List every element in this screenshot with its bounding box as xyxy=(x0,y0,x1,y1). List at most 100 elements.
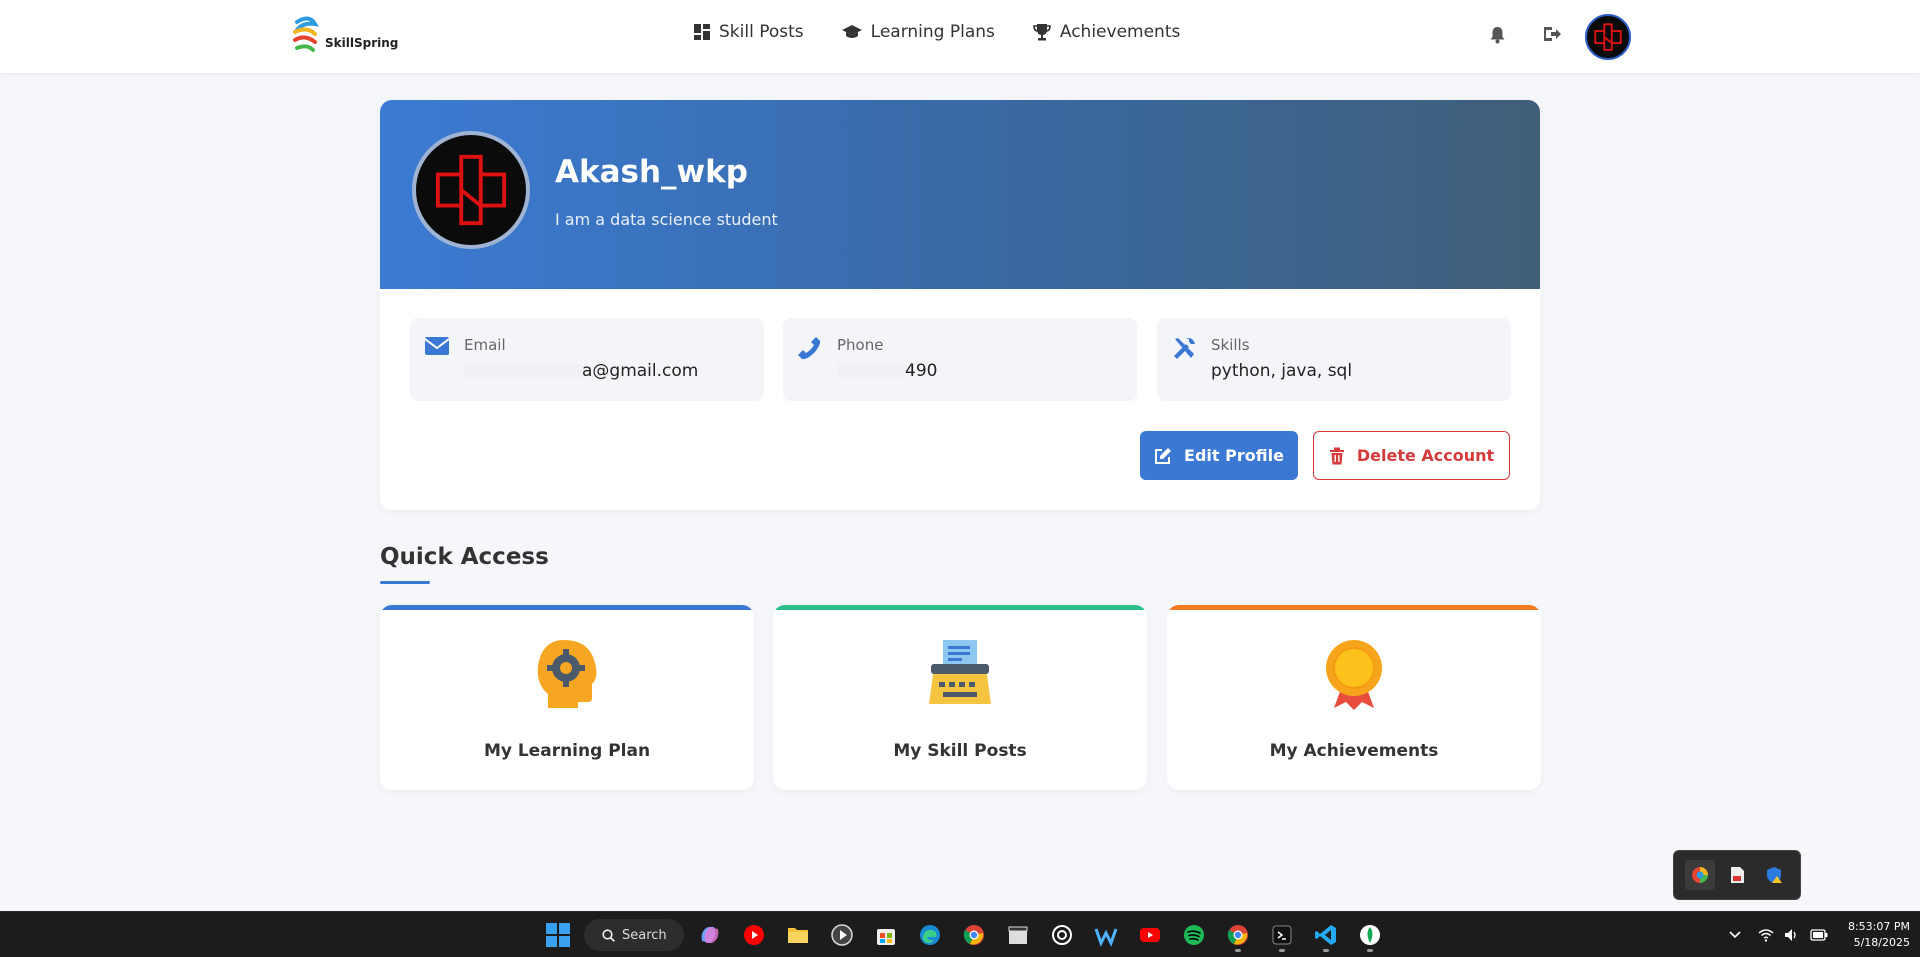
taskbar-youtube-music[interactable] xyxy=(736,917,772,953)
skill-posts-label: My Skill Posts xyxy=(893,741,1027,761)
youtube-music-icon xyxy=(744,925,764,945)
nav-skill-posts-label: Skill Posts xyxy=(719,22,804,42)
skills-value: python, java, sql xyxy=(1211,361,1353,381)
folder-icon xyxy=(788,928,808,943)
taskbar-chatgpt[interactable] xyxy=(1044,917,1080,953)
quick-access-achievements[interactable]: My Achievements xyxy=(1167,605,1541,790)
running-indicator xyxy=(1323,949,1329,952)
media-player-icon xyxy=(831,924,853,946)
wifi-icon[interactable] xyxy=(1758,928,1774,942)
skills-info-box: Skills python, java, sql xyxy=(1157,318,1511,401)
spotify-icon xyxy=(1184,925,1204,945)
quick-access-learning-plan[interactable]: My Learning Plan xyxy=(380,605,754,790)
windows-taskbar: Search 8:53:07 PM 5/18/2025 xyxy=(0,911,1920,957)
tray-overflow-button[interactable] xyxy=(1722,913,1748,957)
profile-banner: Akash_wkp I am a data science student xyxy=(380,100,1540,289)
tray-app-2[interactable] xyxy=(1722,860,1752,890)
profile-avatar xyxy=(412,131,530,249)
phone-info-box: Phone 490 xyxy=(783,318,1137,401)
taskbar-store[interactable] xyxy=(868,917,904,953)
redacted-block xyxy=(837,364,905,378)
card-accent-border xyxy=(1167,605,1541,610)
running-indicator xyxy=(1367,949,1373,952)
tools-icon xyxy=(1174,337,1195,359)
edit-profile-button[interactable]: Edit Profile xyxy=(1140,431,1298,480)
envelope-icon xyxy=(424,337,450,355)
trophy-icon xyxy=(1033,24,1051,41)
taskbar-mongodb[interactable] xyxy=(1352,917,1388,953)
wave-app-icon xyxy=(1094,928,1118,947)
quick-access-skill-posts[interactable]: My Skill Posts xyxy=(773,605,1147,790)
taskbar-clock[interactable]: 8:53:07 PM 5/18/2025 xyxy=(1836,919,1910,951)
taskbar-spotify[interactable] xyxy=(1176,917,1212,953)
profile-logo-icon xyxy=(435,154,507,226)
system-tray xyxy=(1722,912,1828,957)
taskbar-media-player[interactable] xyxy=(824,917,860,953)
graduation-cap-icon xyxy=(841,25,862,38)
video-editor-icon xyxy=(1008,926,1028,944)
clock-date: 5/18/2025 xyxy=(1853,936,1910,949)
taskbar-search[interactable]: Search xyxy=(584,919,684,951)
quick-access-underline xyxy=(380,581,430,584)
taskbar-edge[interactable] xyxy=(912,917,948,953)
nav-achievements[interactable]: Achievements xyxy=(1033,22,1180,42)
profile-card: Akash_wkp I am a data science student Em… xyxy=(380,100,1540,510)
taskbar-vscode[interactable] xyxy=(1308,917,1344,953)
learning-plan-label: My Learning Plan xyxy=(483,741,651,761)
dashboard-icon xyxy=(694,24,710,40)
phone-value: 490 xyxy=(837,361,937,381)
delete-account-label: Delete Account xyxy=(1356,446,1495,465)
skillspring-logo[interactable]: SkillSpring xyxy=(289,14,398,54)
colorful-app-icon xyxy=(1692,867,1709,883)
top-navbar: SkillSpring Skill Posts Learning Plans A… xyxy=(0,0,1920,73)
terminal-app-icon xyxy=(1272,925,1292,945)
profile-username: Akash_wkp xyxy=(555,154,748,190)
edit-profile-label: Edit Profile xyxy=(1184,446,1284,465)
edit-icon xyxy=(1155,447,1172,464)
medal-icon xyxy=(1326,640,1382,710)
taskbar-youtube[interactable] xyxy=(1132,917,1168,953)
taskbar-chrome[interactable] xyxy=(956,917,992,953)
avatar-logo-icon xyxy=(1594,23,1622,51)
tray-app-3[interactable] xyxy=(1759,860,1789,890)
taskbar-copilot[interactable] xyxy=(692,917,728,953)
delete-account-button[interactable]: Delete Account xyxy=(1313,431,1510,480)
taskbar-terminal-app[interactable] xyxy=(1264,917,1300,953)
taskbar-chrome-active[interactable] xyxy=(1220,917,1256,953)
nav-learning-plans-label: Learning Plans xyxy=(870,22,995,42)
volume-icon[interactable] xyxy=(1784,928,1800,942)
logout-button[interactable] xyxy=(1543,26,1561,46)
head-gear-icon xyxy=(537,640,597,708)
copilot-icon xyxy=(701,927,719,943)
bell-icon xyxy=(1490,27,1505,44)
taskbar-apps: Search xyxy=(540,917,1388,953)
notifications-button[interactable] xyxy=(1490,26,1505,48)
email-info-box: Email a@gmail.com xyxy=(410,318,764,401)
taskbar-file-explorer[interactable] xyxy=(780,917,816,953)
sign-out-icon xyxy=(1544,27,1561,41)
trash-icon xyxy=(1329,447,1344,464)
running-indicator xyxy=(1235,949,1241,952)
taskbar-wave[interactable] xyxy=(1088,917,1124,953)
nav-skill-posts[interactable]: Skill Posts xyxy=(694,22,804,42)
typewriter-icon xyxy=(929,640,991,704)
system-tray-overflow xyxy=(1673,850,1801,900)
battery-icon[interactable] xyxy=(1810,929,1828,941)
nav-learning-plans[interactable]: Learning Plans xyxy=(841,22,995,42)
logo-swirl-icon xyxy=(293,16,319,52)
card-accent-border xyxy=(773,605,1147,610)
start-button[interactable] xyxy=(540,917,576,953)
main-nav: Skill Posts Learning Plans Achievements xyxy=(694,22,1180,42)
taskbar-clapper[interactable] xyxy=(1000,917,1036,953)
quick-access-title: Quick Access xyxy=(380,544,549,570)
tray-app-1[interactable] xyxy=(1685,860,1716,890)
search-icon xyxy=(602,928,615,942)
taskbar-search-label: Search xyxy=(622,927,667,943)
youtube-icon xyxy=(1140,928,1160,942)
email-value: a@gmail.com xyxy=(464,361,698,381)
chrome-icon xyxy=(1227,925,1248,945)
nav-achievements-label: Achievements xyxy=(1059,22,1181,42)
card-accent-border xyxy=(380,605,754,610)
user-avatar[interactable] xyxy=(1585,14,1631,60)
store-icon xyxy=(877,929,895,945)
